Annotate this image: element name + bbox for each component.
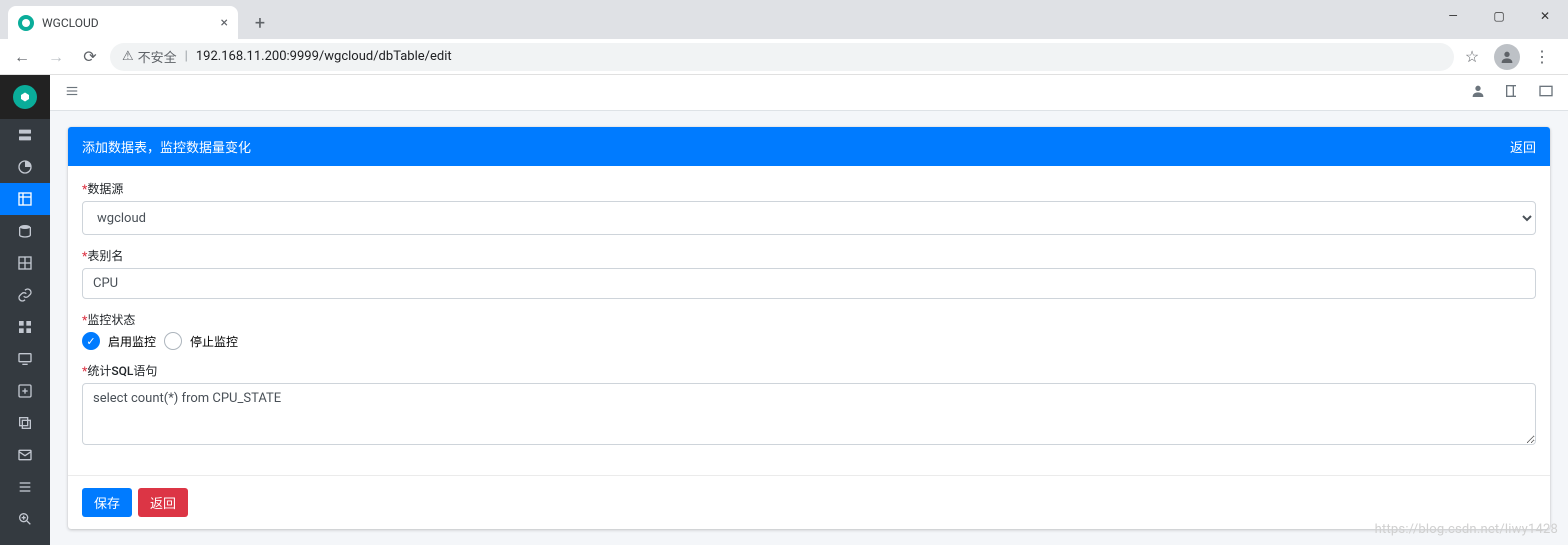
- sidebar-item-mail[interactable]: [0, 439, 50, 471]
- radio-stop-label: 停止监控: [190, 333, 238, 350]
- profile-avatar-icon[interactable]: [1494, 44, 1520, 70]
- back-button[interactable]: ←: [8, 43, 36, 71]
- bookmark-star-icon[interactable]: ☆: [1460, 45, 1484, 69]
- logout-icon[interactable]: [1504, 83, 1520, 103]
- header-back-link[interactable]: 返回: [1510, 137, 1536, 156]
- sql-label: *统计SQL语句: [82, 362, 1536, 379]
- app-logo[interactable]: [0, 75, 50, 119]
- sidebar: [0, 75, 50, 545]
- sidebar-item-dashboard[interactable]: [0, 151, 50, 183]
- datasource-select[interactable]: wgcloud: [82, 201, 1536, 235]
- browser-tab-strip: WGCLOUD × + — ▢ ✕: [0, 0, 1568, 39]
- url-text: 192.168.11.200:9999/wgcloud/dbTable/edit: [196, 49, 452, 64]
- sidebar-item-copy[interactable]: [0, 407, 50, 439]
- user-icon[interactable]: [1470, 83, 1486, 103]
- close-tab-icon[interactable]: ×: [221, 15, 228, 31]
- url-separator: |: [185, 49, 188, 64]
- monitor-status-label: *监控状态: [82, 311, 1536, 328]
- warning-icon: ⚠: [122, 49, 134, 64]
- form-card: 添加数据表，监控数据量变化 返回 *数据源 wgcloud *表别名: [68, 127, 1550, 529]
- topbar: [50, 75, 1568, 111]
- radio-enable[interactable]: [82, 332, 100, 350]
- tab-title: WGCLOUD: [42, 16, 99, 30]
- sidebar-item-zoom[interactable]: [0, 503, 50, 535]
- sidebar-item-table[interactable]: [0, 183, 50, 215]
- sidebar-item-server[interactable]: [0, 119, 50, 151]
- security-warning: ⚠ 不安全: [122, 47, 177, 66]
- sidebar-item-database[interactable]: [0, 215, 50, 247]
- card-title: 添加数据表，监控数据量变化: [82, 137, 251, 156]
- sidebar-item-list[interactable]: [0, 471, 50, 503]
- card-header: 添加数据表，监控数据量变化 返回: [68, 127, 1550, 166]
- save-button[interactable]: 保存: [82, 488, 132, 517]
- close-window-button[interactable]: ✕: [1522, 0, 1568, 32]
- sidebar-item-grid[interactable]: [0, 247, 50, 279]
- back-button[interactable]: 返回: [138, 488, 188, 517]
- browser-tab[interactable]: WGCLOUD ×: [8, 6, 238, 39]
- tab-favicon-icon: [18, 15, 34, 31]
- sidebar-item-monitor[interactable]: [0, 343, 50, 375]
- url-field[interactable]: ⚠ 不安全 | 192.168.11.200:9999/wgcloud/dbTa…: [110, 43, 1454, 71]
- main-area: 添加数据表，监控数据量变化 返回 *数据源 wgcloud *表别名: [50, 75, 1568, 545]
- datasource-label: *数据源: [82, 180, 1536, 197]
- sidebar-item-add[interactable]: [0, 375, 50, 407]
- alias-input[interactable]: [82, 268, 1536, 299]
- radio-enable-label: 启用监控: [108, 333, 156, 350]
- watermark-text: https://blog.csdn.net/liwy1428: [1375, 522, 1558, 537]
- menu-toggle-icon[interactable]: [64, 83, 80, 102]
- new-tab-button[interactable]: +: [246, 9, 274, 37]
- sidebar-item-apps[interactable]: [0, 311, 50, 343]
- sql-textarea[interactable]: [82, 383, 1536, 445]
- alias-label: *表别名: [82, 247, 1536, 264]
- reload-button[interactable]: ⟳: [76, 43, 104, 71]
- maximize-button[interactable]: ▢: [1476, 0, 1522, 32]
- sidebar-item-link[interactable]: [0, 279, 50, 311]
- warning-text: 不安全: [138, 47, 177, 66]
- address-bar: ← → ⟳ ⚠ 不安全 | 192.168.11.200:9999/wgclou…: [0, 39, 1568, 75]
- browser-menu-icon[interactable]: ⋮: [1530, 45, 1554, 69]
- forward-button[interactable]: →: [42, 43, 70, 71]
- minimize-button[interactable]: —: [1430, 0, 1476, 32]
- window-controls: — ▢ ✕: [1430, 0, 1568, 32]
- radio-stop[interactable]: [164, 332, 182, 350]
- fullscreen-icon[interactable]: [1538, 83, 1554, 103]
